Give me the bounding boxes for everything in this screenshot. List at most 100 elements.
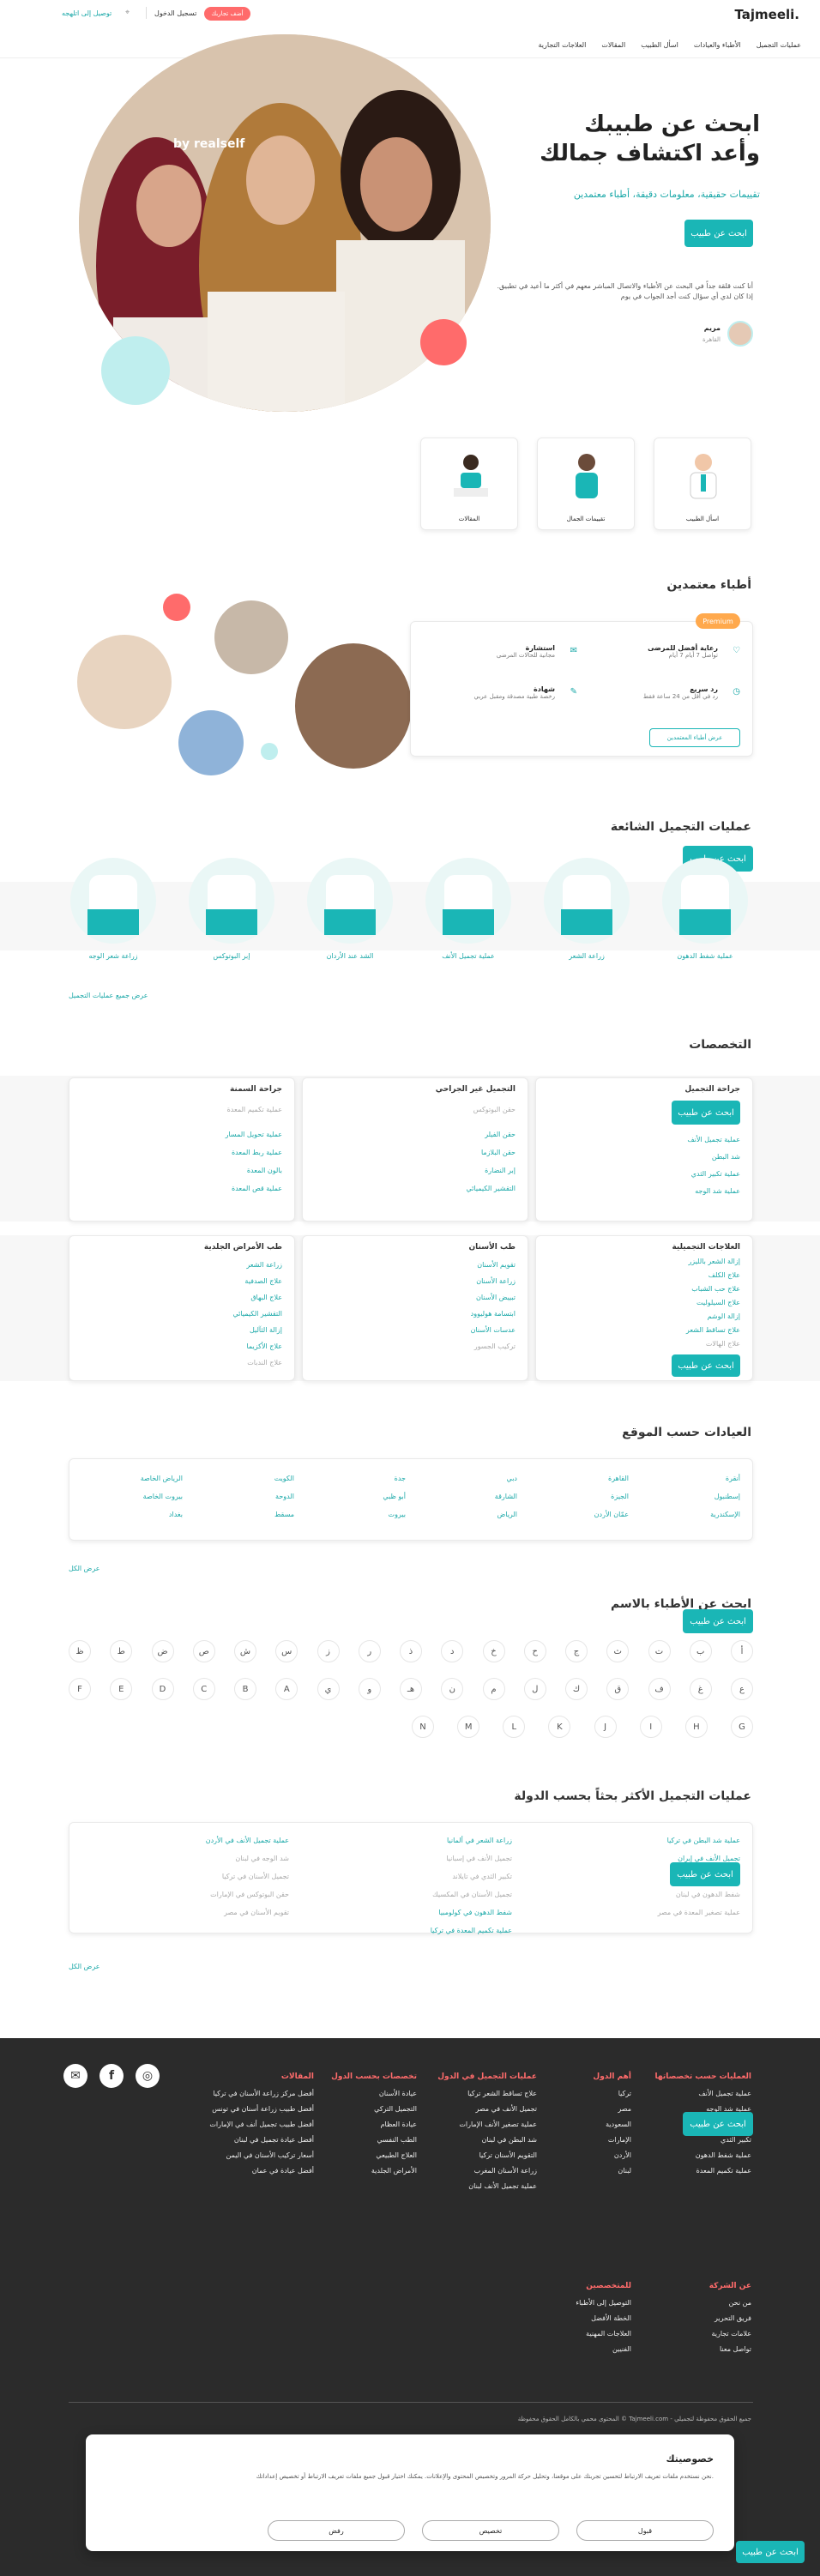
footer-link[interactable]: تجميل الأنف في مصر (425, 2102, 537, 2117)
letter-button[interactable]: M (457, 1716, 480, 1738)
country-more-link[interactable]: عرض الكل (69, 1963, 100, 1970)
country-link[interactable]: تجميل الأسنان في تركيا (83, 1867, 289, 1885)
specialty-link[interactable]: إبر النضارة (318, 1161, 516, 1179)
footer-link[interactable]: الأردن (546, 2148, 631, 2163)
specialty-find-doctor-button[interactable]: ابحث عن طبيب (672, 1101, 740, 1125)
specialty-link[interactable]: زراعة الشعر (85, 1257, 282, 1273)
country-link[interactable]: زراعة الشعر في ألمانيا (306, 1831, 512, 1849)
country-find-doctor-button[interactable]: ابحث عن طبيب (670, 1862, 740, 1886)
specialty-link[interactable]: تبييض الأسنان (318, 1289, 516, 1306)
letter-button[interactable]: ث (606, 1640, 630, 1662)
country-link[interactable]: عملية تصغير المعدة في مصر (534, 1903, 740, 1921)
nav-item-commercial[interactable]: العلاجات التجارية (539, 41, 587, 49)
see-all-procedures-link[interactable]: عرض جميع عمليات التجميل (69, 992, 148, 999)
letter-button[interactable]: A (275, 1678, 298, 1700)
footer-link[interactable]: لبنان (546, 2163, 631, 2179)
footer-link[interactable]: زراعة الأسنان المغرب (425, 2163, 537, 2179)
clinic-link[interactable]: عمّان الأردن (526, 1505, 629, 1523)
specialty-link[interactable]: التقشير الكيميائي (318, 1179, 516, 1198)
footer-link[interactable]: أسعار تركيب الأسنان في اليمن (185, 2148, 314, 2163)
letter-button[interactable]: F (69, 1678, 91, 1700)
footer-link[interactable]: عملية تجميل الأنف (640, 2086, 751, 2102)
nav-item-doctors[interactable]: الأطباء والعيادات (694, 41, 741, 49)
country-link[interactable]: حقن البوتوكس في الإمارات (83, 1885, 289, 1903)
letter-button[interactable]: B (234, 1678, 256, 1700)
letter-button[interactable]: ك (565, 1678, 588, 1700)
logo[interactable]: Tajmeeli. (734, 7, 799, 22)
specialty-link[interactable]: علاج الهالات (543, 1337, 740, 1351)
clinic-link[interactable]: الشارقة (414, 1487, 517, 1505)
country-link[interactable]: عملية شد البطن في تركيا (534, 1831, 740, 1849)
specialty-link[interactable]: إزالة الثآليل (85, 1322, 282, 1338)
footer-link[interactable]: التقويم الأسنان تركيا (425, 2148, 537, 2163)
letter-button[interactable]: غ (689, 1678, 712, 1700)
footer-link[interactable]: أفضل عيادة في عمان (185, 2163, 314, 2179)
view-doctors-button[interactable]: عرض أطباء المعتمدين (649, 728, 740, 747)
clinic-link[interactable]: الرياض الخاصة (80, 1469, 183, 1487)
letter-button[interactable]: I (639, 1716, 662, 1738)
clinic-link[interactable]: بيروت الخاصة (80, 1487, 183, 1505)
clinic-link[interactable]: بيروت (303, 1505, 406, 1523)
letter-button[interactable]: م (482, 1678, 505, 1700)
letter-button[interactable]: ن (441, 1678, 464, 1700)
clinic-link[interactable]: الإسكندرية (637, 1505, 740, 1523)
letter-button[interactable]: ل (523, 1678, 546, 1700)
specialty-link[interactable]: علاج الندبات (85, 1354, 282, 1371)
specialty-link[interactable]: إزالة الوشم (543, 1310, 740, 1324)
letter-button[interactable]: أ (731, 1640, 753, 1662)
quick-card-reviews[interactable]: تقييمات الجمال (537, 437, 635, 530)
letter-button[interactable]: K (548, 1716, 571, 1738)
country-link[interactable]: تكبير الثدي في تايلاند (306, 1867, 512, 1885)
letter-button[interactable]: س (275, 1640, 298, 1662)
clinic-link[interactable]: إسطنبول (637, 1487, 740, 1505)
footer-link[interactable]: الإمارات (546, 2133, 631, 2148)
location-link[interactable]: توصيل إلى اتلهجه (62, 9, 112, 17)
letter-button[interactable]: H (684, 1716, 708, 1738)
specialty-link[interactable]: تركيب الجسور (318, 1338, 516, 1354)
clinic-link[interactable]: الجيزة (526, 1487, 629, 1505)
cookie-reject-button[interactable]: رفض (268, 2520, 405, 2541)
footer-link[interactable]: التوصيل إلى الأطباء (520, 2295, 631, 2311)
specialty-link[interactable]: علاج حب الشباب (543, 1282, 740, 1296)
footer-link[interactable]: فريق التحرير (640, 2311, 751, 2326)
instagram-icon[interactable]: ◎ (136, 2064, 160, 2088)
footer-link[interactable]: تركيا (546, 2086, 631, 2102)
letter-button[interactable]: ظ (69, 1640, 91, 1662)
letter-button[interactable]: C (192, 1678, 215, 1700)
footer-link[interactable]: أفضل طبيب تجميل أنف في الإمارات (185, 2117, 314, 2133)
footer-link[interactable]: عملية تصغير الأنف الإمارات (425, 2117, 537, 2133)
specialty-link[interactable]: ابتسامة هوليوود (318, 1306, 516, 1322)
footer-link[interactable]: العلاجات المهنية (520, 2326, 631, 2342)
clinic-link[interactable]: القاهرة (526, 1469, 629, 1487)
specialty-link[interactable]: علاج الأكزيما (85, 1338, 282, 1354)
clinic-link[interactable]: أبو ظبي (303, 1487, 406, 1505)
specialty-link[interactable]: زراعة الأسنان (318, 1273, 516, 1289)
letter-button[interactable]: N (412, 1716, 434, 1738)
letter-button[interactable]: ش (234, 1640, 256, 1662)
letter-button[interactable]: ح (523, 1640, 546, 1662)
footer-link[interactable]: عملية تكميم المعدة (640, 2163, 751, 2179)
letter-button[interactable]: ق (606, 1678, 630, 1700)
quick-card-ask-doctor[interactable]: اسأل الطبيب (654, 437, 751, 530)
country-link[interactable]: شفط الدهون في لبنان (534, 1885, 740, 1903)
letter-button[interactable]: خ (482, 1640, 505, 1662)
letter-button[interactable]: J (594, 1716, 617, 1738)
specialty-link[interactable]: عملية شد الوجه (543, 1183, 740, 1200)
add-review-button[interactable]: أضف تجاربك (204, 7, 250, 21)
footer-link[interactable]: عيادة العظام (323, 2117, 417, 2133)
specialty-link[interactable]: حقن الفيلر (318, 1125, 516, 1143)
letter-button[interactable]: ر (358, 1640, 381, 1662)
procedure-item[interactable]: زراعة الشعر (535, 858, 638, 960)
procedure-item[interactable]: الشد عند الأردان (298, 858, 401, 960)
letter-button[interactable]: ت (648, 1640, 671, 1662)
specialty-link[interactable]: عملية تكميم المعدة (85, 1101, 282, 1119)
letter-button[interactable]: ب (689, 1640, 712, 1662)
cookie-accept-button[interactable]: قبول (576, 2520, 714, 2541)
footer-link[interactable]: شد البطن في لبنان (425, 2133, 537, 2148)
nav-item-procedures[interactable]: عمليات التجميل (757, 41, 801, 49)
facebook-icon[interactable]: f (99, 2064, 124, 2088)
letter-button[interactable]: و (358, 1678, 381, 1700)
country-link[interactable]: تجميل الأنف في إسبانيا (306, 1849, 512, 1867)
specialty-link[interactable]: عدسات الأسنان (318, 1322, 516, 1338)
letter-button[interactable]: G (730, 1716, 753, 1738)
